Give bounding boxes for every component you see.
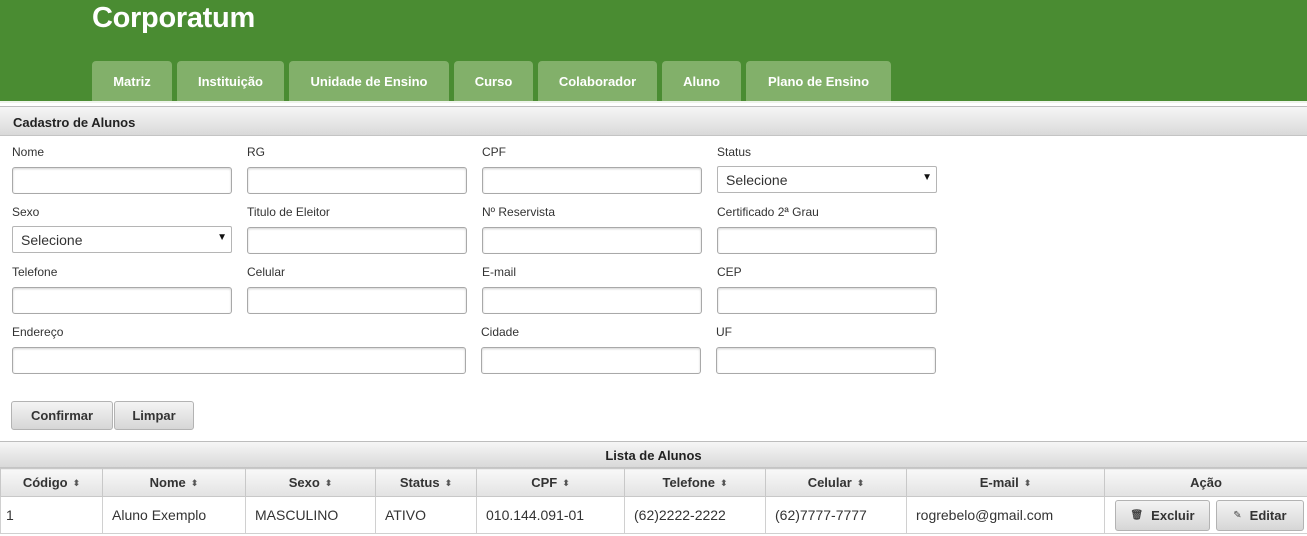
nome-input[interactable] — [12, 167, 232, 194]
cell-codigo: 1 — [0, 496, 103, 534]
column-header-acao: Ação — [1104, 468, 1307, 497]
confirm-button[interactable]: Confirmar — [11, 401, 113, 430]
sort-both-icon: ⬍ — [444, 478, 453, 488]
column-header-label: Celular — [807, 475, 852, 490]
delete-button[interactable]: 🗑︎ Excluir — [1115, 499, 1210, 531]
celular-label: Celular — [247, 265, 286, 279]
sexo-select-value: Selecione — [21, 232, 83, 248]
column-header-cpf[interactable]: CPF ⬍ — [476, 468, 625, 497]
cidade-label: Cidade — [481, 325, 520, 339]
column-header-nome[interactable]: Nome ⬍ — [102, 468, 246, 497]
rg-input[interactable] — [247, 167, 467, 194]
header-divider — [0, 101, 1307, 103]
sexo-select[interactable]: Selecione ▼ — [12, 226, 232, 253]
telefone-label: Telefone — [12, 265, 58, 279]
cell-email: rogrebelo@gmail.com — [906, 496, 1105, 534]
email-label: E-mail — [482, 265, 517, 279]
app-title: Corporatum — [92, 2, 255, 34]
cidade-input[interactable] — [481, 347, 701, 374]
column-header-telefone[interactable]: Telefone ⬍ — [624, 468, 766, 497]
students-table: Código ⬍ Nome ⬍ Sexo ⬍ Status ⬍ CPF ⬍ Telefon… — [0, 468, 1307, 534]
cell-acao: 🗑︎ Excluir ✎ Editar — [1104, 496, 1307, 534]
tab-aluno[interactable]: Aluno — [662, 61, 741, 101]
column-header-sexo[interactable]: Sexo ⬍ — [245, 468, 376, 497]
telefone-input[interactable] — [12, 287, 232, 314]
rg-label: RG — [247, 145, 265, 159]
trash-icon: 🗑︎ — [1130, 509, 1144, 521]
reservista-input[interactable] — [482, 227, 702, 254]
uf-label: UF — [716, 325, 732, 339]
status-select[interactable]: Selecione ▼ — [717, 166, 937, 193]
certificado-input[interactable] — [717, 227, 937, 254]
column-header-celular[interactable]: Celular ⬍ — [765, 468, 907, 497]
cpf-label: CPF — [482, 145, 506, 159]
column-header-codigo[interactable]: Código ⬍ — [0, 468, 103, 497]
tab-unidade-de-ensino[interactable]: Unidade de Ensino — [289, 61, 449, 101]
cpf-input[interactable] — [482, 167, 702, 194]
form-panel-title: Cadastro de Alunos — [0, 106, 1307, 136]
column-header-status[interactable]: Status ⬍ — [375, 468, 477, 497]
certificado-label: Certificado 2ª Grau — [717, 205, 819, 219]
cep-label: CEP — [717, 265, 742, 279]
nome-label: Nome — [12, 145, 45, 159]
column-header-label: Código — [22, 475, 68, 490]
status-label: Status — [717, 145, 752, 159]
table-header-row: Código ⬍ Nome ⬍ Sexo ⬍ Status ⬍ CPF ⬍ Telefon… — [0, 468, 1307, 497]
sort-both-icon: ⬍ — [1023, 478, 1032, 488]
sort-both-icon: ⬍ — [719, 478, 728, 488]
cell-sexo: MASCULINO — [245, 496, 376, 534]
reservista-label: Nº Reservista — [482, 205, 556, 219]
pencil-icon: ✎ — [1233, 509, 1242, 521]
endereco-label: Endereço — [12, 325, 64, 339]
tab-matriz[interactable]: Matriz — [92, 61, 172, 101]
cell-cpf: 010.144.091-01 — [476, 496, 625, 534]
cell-telefone: (62)2222-2222 — [624, 496, 766, 534]
edit-button-label: Editar — [1249, 507, 1287, 523]
email-input[interactable] — [482, 287, 702, 314]
cell-nome: Aluno Exemplo — [102, 496, 246, 534]
tab-curso[interactable]: Curso — [454, 61, 533, 101]
column-header-label: Nome — [149, 475, 186, 490]
delete-button-label: Excluir — [1151, 507, 1195, 523]
caret-down-icon: ▼ — [217, 232, 227, 243]
cell-celular: (62)7777-7777 — [765, 496, 907, 534]
clear-button[interactable]: Limpar — [114, 401, 194, 430]
titulo-eleitor-label: Titulo de Eleitor — [247, 205, 330, 219]
sort-both-icon: ⬍ — [72, 478, 81, 488]
column-header-label: Telefone — [662, 475, 715, 490]
column-header-email[interactable]: E-mail ⬍ — [906, 468, 1105, 497]
column-header-label: CPF — [531, 475, 558, 490]
sort-both-icon: ⬍ — [562, 478, 570, 488]
sort-both-icon: ⬍ — [856, 478, 865, 488]
list-panel-title: Lista de Alunos — [0, 441, 1307, 468]
celular-input[interactable] — [247, 287, 467, 314]
sort-both-icon: ⬍ — [190, 478, 199, 488]
app-header: Corporatum Matriz Instituição Unidade de… — [0, 0, 1307, 101]
column-header-label: Sexo — [288, 475, 320, 490]
cep-input[interactable] — [717, 287, 937, 314]
titulo-eleitor-input[interactable] — [247, 227, 467, 254]
sexo-label: Sexo — [12, 205, 40, 219]
caret-down-icon: ▼ — [922, 172, 932, 183]
table-row: 1 Aluno Exemplo MASCULINO ATIVO 010.144.… — [0, 496, 1307, 534]
sort-both-icon: ⬍ — [324, 478, 333, 488]
cell-status: ATIVO — [375, 496, 477, 534]
tab-plano-de-ensino[interactable]: Plano de Ensino — [746, 61, 891, 101]
column-header-label: E-mail — [979, 475, 1019, 490]
endereco-input[interactable] — [12, 347, 466, 374]
edit-button[interactable]: ✎ Editar — [1215, 499, 1304, 531]
column-header-label: Status — [399, 475, 440, 490]
tab-colaborador[interactable]: Colaborador — [538, 61, 657, 101]
tab-instituicao[interactable]: Instituição — [177, 61, 284, 101]
main-nav: Matriz Instituição Unidade de Ensino Cur… — [0, 61, 1307, 101]
column-header-label: Ação — [1190, 475, 1222, 490]
status-select-value: Selecione — [726, 172, 788, 188]
uf-input[interactable] — [716, 347, 936, 374]
